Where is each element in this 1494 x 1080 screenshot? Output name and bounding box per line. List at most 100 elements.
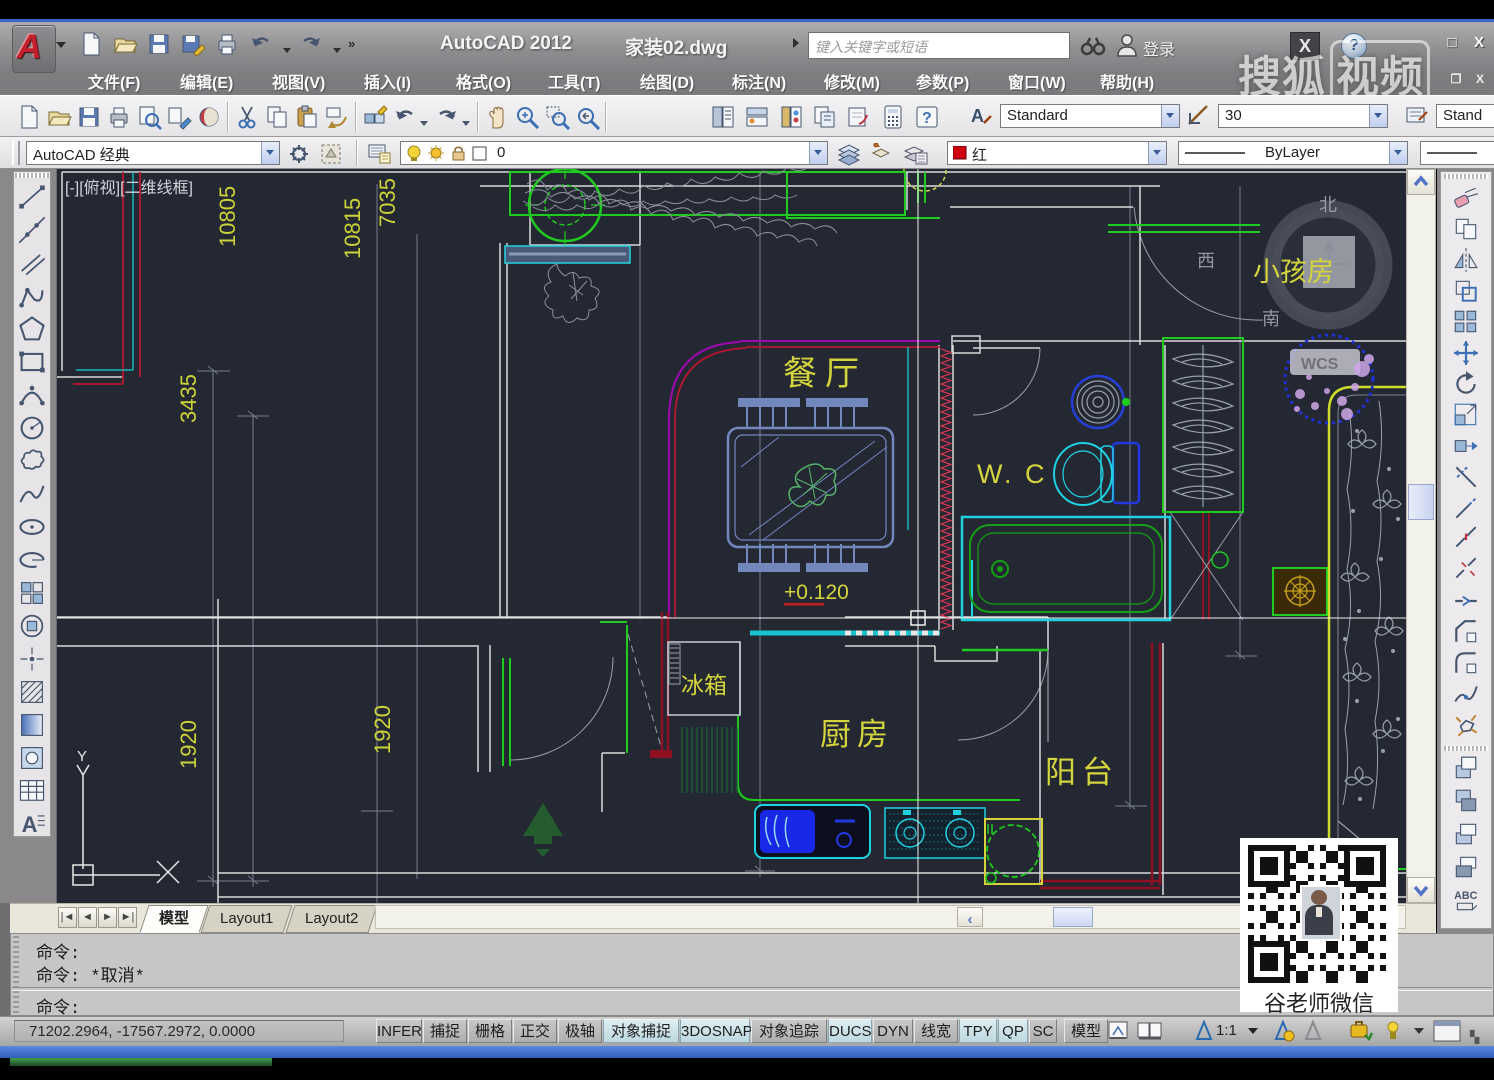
offset-icon[interactable] [1452,277,1480,305]
draworder-toolbar-handle[interactable] [1444,746,1488,751]
new-file-icon[interactable] [78,31,104,57]
copy-clip-icon[interactable] [264,104,290,130]
zoom-realtime-icon[interactable] [514,104,540,130]
tab-layout1[interactable]: Layout1 [200,905,292,933]
undo-icon[interactable] [248,31,274,57]
point-icon[interactable] [17,644,47,674]
command-window-grip[interactable] [13,936,19,1013]
chamfer-icon[interactable] [1452,618,1480,646]
undo-drop-icon[interactable] [420,114,428,122]
status-toggle-线宽[interactable]: 线宽 [914,1019,958,1043]
text-height-combo-arrow[interactable] [1369,105,1387,127]
copy-icon[interactable] [1452,215,1480,243]
workspace-save-icon[interactable] [318,141,344,167]
status-toggle-对象捕捉[interactable]: 对象捕捉 [603,1019,679,1043]
layer-combo[interactable]: 0 [400,141,828,165]
search-input[interactable]: 键入关键字或短语 [808,32,1070,59]
vertical-scrollbar[interactable] [1406,169,1436,903]
search-binoculars-icon[interactable] [1080,34,1106,61]
layer-combo-arrow[interactable] [809,142,827,164]
publish-icon[interactable] [166,104,192,130]
status-toggle-对象追踪[interactable]: 对象追踪 [751,1019,827,1043]
save-icon[interactable] [76,104,102,130]
stretch-icon[interactable] [1452,432,1480,460]
menu-5[interactable]: 工具(T) [548,69,600,93]
status-menu-arrow-icon[interactable] [1414,1028,1424,1034]
user-icon[interactable] [1116,33,1138,62]
annotation-scale-icon[interactable] [1192,1019,1216,1043]
menu-6[interactable]: 绘图(D) [640,69,694,93]
open-file-icon[interactable] [112,31,138,57]
workspace-switch-icon[interactable] [1348,1019,1376,1043]
close-button[interactable]: X [1468,33,1490,53]
redo-drop-icon[interactable] [462,114,470,122]
spline-icon[interactable] [17,479,47,509]
zoom-window-icon[interactable] [544,104,570,130]
scroll-left-button[interactable]: ‹ [957,907,983,927]
tab-next-button[interactable]: ► [98,907,117,928]
send-to-back-icon[interactable] [1452,787,1480,815]
workspace-combo[interactable]: AutoCAD 经典 [26,141,280,165]
text-style-combo-arrow[interactable] [1161,105,1179,127]
cleanscreen-icon[interactable] [1432,1019,1462,1043]
scroll-down-button[interactable] [1407,877,1435,903]
tab-first-button[interactable]: |◄ [58,907,77,928]
lock-ui-icon[interactable] [1382,1019,1404,1043]
redo-icon[interactable] [434,104,460,130]
status-toggle-极轴[interactable]: 极轴 [558,1019,602,1043]
region-icon[interactable] [17,743,47,773]
menu-0[interactable]: 文件(F) [88,69,140,93]
rectangle-icon[interactable] [17,347,47,377]
layer-isolate-icon[interactable] [902,141,928,167]
model-space-button[interactable]: 模型 [1064,1019,1108,1043]
status-toggle-捕捉[interactable]: 捕捉 [423,1019,467,1043]
scroll-up-button[interactable] [1407,169,1435,195]
menu-8[interactable]: 修改(M) [824,69,880,93]
scale-icon[interactable] [1452,401,1480,429]
color-combo-arrow[interactable] [1148,142,1166,164]
draw-toolbar-handle[interactable] [15,173,49,178]
search-expand-arrow-icon[interactable] [793,38,799,48]
viewport-controls-label[interactable]: [-][俯视][二维线框] [65,179,193,197]
toolbar2-grip[interactable] [12,141,20,165]
menu-3[interactable]: 插入(I) [364,69,411,93]
drawing-viewport[interactable]: 餐厅 W. C 厨房 阳台 冰箱 小孩房 +0.120 10805 10815 … [57,169,1406,903]
more-arrows-icon[interactable]: » [348,36,368,52]
open-icon[interactable] [46,104,72,130]
trim-icon[interactable] [1452,463,1480,491]
join-icon[interactable] [1452,587,1480,615]
sheet-set-icon[interactable] [812,104,838,130]
menu-9[interactable]: 参数(P) [916,69,969,93]
vertical-scroll-thumb[interactable] [1408,484,1434,520]
autoscale-icon[interactable] [1300,1019,1326,1043]
multiline-icon[interactable] [17,248,47,278]
status-toggle-DYN[interactable]: DYN [873,1019,913,1043]
construction-line-icon[interactable] [17,215,47,245]
workspace-combo-arrow[interactable] [261,142,279,164]
tab-model[interactable]: 模型 [139,905,208,933]
login-button[interactable]: 登录 [1143,36,1175,60]
polyline-icon[interactable] [17,281,47,311]
undo-drop-icon[interactable] [282,42,292,52]
status-toggle-正交[interactable]: 正交 [513,1019,557,1043]
text-to-front-icon[interactable]: ABC [1452,886,1480,914]
status-toggle-DUCS[interactable]: DUCS [828,1019,872,1043]
redo-icon[interactable] [298,31,324,57]
menu-7[interactable]: 标注(N) [732,69,786,93]
qnew-icon[interactable] [16,104,42,130]
text-height-combo[interactable]: 30 [1218,104,1388,128]
menu-1[interactable]: 编辑(E) [180,69,233,93]
lineweight-combo[interactable] [1420,141,1494,165]
save-icon[interactable] [146,31,172,57]
save-as-icon[interactable] [180,31,206,57]
bring-to-front-icon[interactable] [1452,754,1480,782]
explode-icon[interactable] [1452,711,1480,739]
ellipse-icon[interactable] [17,512,47,542]
annotation-scale-arrow-icon[interactable] [1248,1028,1258,1034]
menu-4[interactable]: 格式(O) [456,69,511,93]
linetype-combo-arrow[interactable] [1389,142,1407,164]
design-center-icon[interactable] [744,104,770,130]
text-height-icon[interactable] [1186,103,1212,129]
send-under-objects-icon[interactable] [1452,853,1480,881]
linetype-combo[interactable]: ByLayer [1178,141,1408,165]
